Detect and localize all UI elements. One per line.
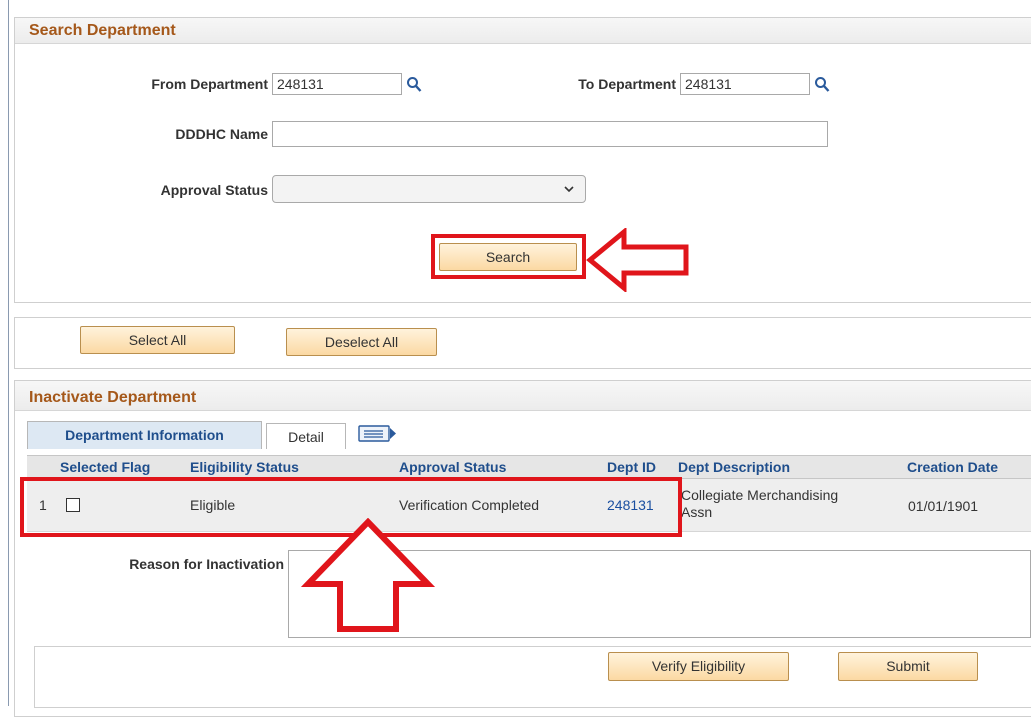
col-selected-flag[interactable]: Selected Flag: [60, 459, 150, 475]
select-all-button[interactable]: Select All: [80, 326, 235, 354]
tab-detail[interactable]: Detail: [266, 423, 346, 449]
to-department-lookup-icon[interactable]: [814, 76, 830, 94]
submit-button[interactable]: Submit: [838, 652, 978, 681]
search-department-title: Search Department: [15, 18, 1031, 44]
tab-department-information[interactable]: Department Information: [27, 421, 262, 449]
show-all-columns-icon[interactable]: [358, 424, 398, 444]
page-left-edge: [8, 0, 9, 706]
dept-description-line2: Assn: [681, 504, 713, 520]
to-department-input[interactable]: 248131: [680, 73, 810, 95]
search-button-highlight-box: [431, 234, 586, 279]
to-department-label: To Department: [578, 76, 676, 92]
dept-description-line1: Collegiate Merchandising: [681, 487, 839, 503]
dddhc-name-label: DDDHC Name: [175, 126, 268, 142]
grid-header-row: Selected Flag Eligibility Status Approva…: [27, 455, 1031, 479]
col-eligibility-status[interactable]: Eligibility Status: [190, 459, 299, 475]
from-department-input[interactable]: 248131: [272, 73, 402, 95]
creation-date-cell: 01/01/1901: [908, 498, 979, 514]
left-pointing-arrow-annotation: [586, 228, 689, 292]
deselect-all-button[interactable]: Deselect All: [286, 328, 437, 356]
col-creation-date[interactable]: Creation Date: [907, 459, 998, 475]
approval-status-label: Approval Status: [160, 182, 268, 198]
reason-for-inactivation-label: Reason for Inactivation: [129, 556, 284, 572]
from-department-label: From Department: [151, 76, 268, 92]
col-approval-status[interactable]: Approval Status: [399, 459, 506, 475]
inactivate-department-title: Inactivate Department: [15, 381, 1031, 411]
verify-eligibility-button[interactable]: Verify Eligibility: [608, 652, 789, 681]
dddhc-name-input[interactable]: [272, 121, 828, 147]
col-dept-id[interactable]: Dept ID: [607, 459, 656, 475]
up-pointing-arrow-annotation: [300, 518, 436, 632]
from-department-lookup-icon[interactable]: [406, 76, 422, 94]
col-dept-description[interactable]: Dept Description: [678, 459, 790, 475]
approval-status-select[interactable]: [272, 175, 586, 203]
chevron-down-icon: [564, 186, 574, 193]
